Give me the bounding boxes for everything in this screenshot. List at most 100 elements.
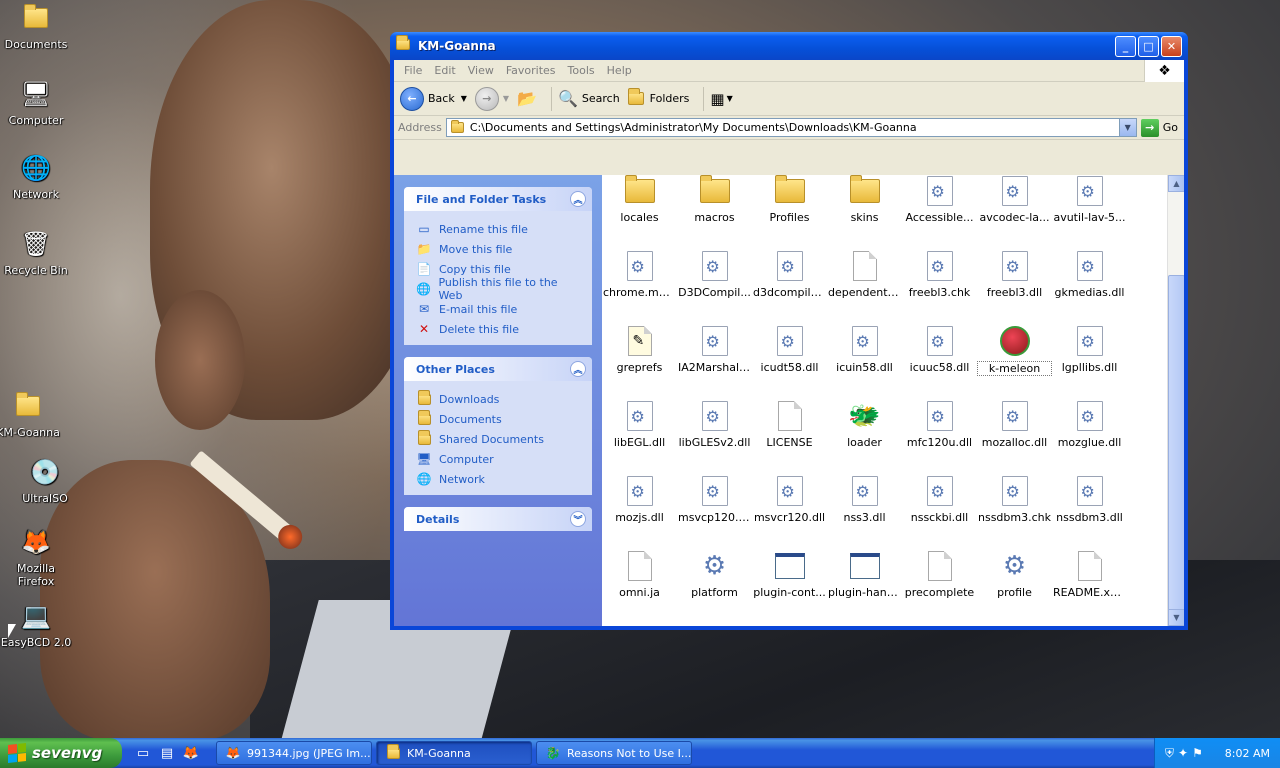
start-button[interactable]: sevenvg [0, 738, 122, 768]
file-item[interactable]: precomplete [902, 530, 977, 605]
file-item[interactable]: omni.ja [602, 530, 677, 605]
file-item[interactable]: 🐲 loader [827, 380, 902, 455]
file-item[interactable]: dependentli... [827, 230, 902, 305]
security-icon[interactable]: ⚑ [1192, 746, 1203, 761]
shield-icon[interactable]: ⛨ [1165, 746, 1174, 761]
file-item[interactable]: Profiles [752, 175, 827, 230]
menu-favorites[interactable]: Favorites [500, 64, 562, 77]
address-input[interactable]: C:\Documents and Settings\Administrator\… [445, 118, 1137, 137]
file-item[interactable]: icuin58.dll [827, 305, 902, 380]
file-item[interactable]: skins [827, 175, 902, 230]
up-button[interactable]: 📂 [517, 89, 537, 108]
address-dropdown[interactable]: ▼ [1118, 119, 1136, 136]
forward-button[interactable]: → ▼ [474, 86, 509, 111]
file-item[interactable]: vcomp120.dll [752, 605, 827, 626]
file-item[interactable]: plugin-cont... [752, 530, 827, 605]
file-item[interactable]: nssckbi.dll [902, 455, 977, 530]
file-item[interactable]: nssdbm3.chk [977, 455, 1052, 530]
task-rename[interactable]: ▭ Rename this file [416, 219, 580, 239]
file-item[interactable]: ⚙ profile [977, 530, 1052, 605]
file-item[interactable]: avutil-lav-5... [1052, 175, 1127, 230]
menu-edit[interactable]: Edit [428, 64, 461, 77]
file-item[interactable]: locales [602, 175, 677, 230]
file-item[interactable]: icudt58.dll [752, 305, 827, 380]
file-item[interactable]: ✎ greprefs [602, 305, 677, 380]
go-button[interactable]: → Go [1140, 118, 1178, 137]
desktop-icon-computer[interactable]: 🖥 Computer [0, 78, 74, 127]
menu-view[interactable]: View [462, 64, 500, 77]
taskbar-item-km-goanna[interactable]: KM-Goanna [376, 741, 532, 765]
desktop-icon-recycle-bin[interactable]: 🗑 Recycle Bin [0, 228, 74, 277]
folders-button[interactable]: Folders [627, 88, 689, 105]
file-item[interactable]: mozglue.dll [1052, 380, 1127, 455]
file-item[interactable]: freebl3.chk [902, 230, 977, 305]
firefox-icon[interactable]: 🦊 [182, 744, 200, 762]
file-item[interactable]: msvcp120.dll [677, 455, 752, 530]
file-item[interactable]: softokn3.chk [602, 605, 677, 626]
vertical-scrollbar[interactable]: ▲ ▼ [1167, 175, 1184, 626]
file-item[interactable]: chrome.man... [602, 230, 677, 305]
place-documents[interactable]: Documents [416, 409, 580, 429]
scroll-thumb[interactable] [1168, 275, 1184, 615]
file-item[interactable]: plugin-hang-ui [827, 530, 902, 605]
file-item[interactable]: README.xu... [1052, 530, 1127, 605]
minimize-button[interactable]: _ [1115, 35, 1136, 57]
file-item[interactable]: softokn3.dll [677, 605, 752, 626]
scroll-down-arrow[interactable]: ▼ [1168, 609, 1184, 626]
show-desktop-icon[interactable]: ▭ [134, 744, 152, 762]
file-item[interactable]: EwinEmbed [827, 605, 902, 626]
task-delete[interactable]: ✕ Delete this file [416, 319, 580, 339]
desktop-icon-documents[interactable]: Documents [0, 2, 74, 51]
taskbar-item-jpeg[interactable]: 🦊 991344.jpg (JPEG Im... [216, 741, 372, 765]
taskbar-item-reasons[interactable]: 🐉 Reasons Not to Use I... [536, 741, 692, 765]
file-item[interactable]: ⚙ platform [677, 530, 752, 605]
menu-tools[interactable]: Tools [562, 64, 601, 77]
desktop-icon-firefox[interactable]: 🦊 Mozilla Firefox [0, 526, 74, 588]
file-item[interactable]: icuuc58.dll [902, 305, 977, 380]
file-item[interactable]: avcodec-la... [977, 175, 1052, 230]
file-item[interactable]: Accessible... [902, 175, 977, 230]
close-button[interactable]: ✕ [1161, 35, 1182, 57]
file-item[interactable]: freebl3.dll [977, 230, 1052, 305]
switch-windows-icon[interactable]: ▤ [158, 744, 176, 762]
search-button[interactable]: 🔍 Search [558, 89, 620, 108]
file-item[interactable]: mfc120u.dll [902, 380, 977, 455]
menu-help[interactable]: Help [601, 64, 638, 77]
file-item[interactable]: IA2Marshal.dll [677, 305, 752, 380]
file-item[interactable]: LICENSE [752, 380, 827, 455]
expand-icon[interactable]: ︾ [570, 511, 586, 527]
clock[interactable]: 8:02 AM [1225, 747, 1270, 760]
file-item[interactable]: D3DCompil... [677, 230, 752, 305]
place-computer[interactable]: 🖥 Computer [416, 449, 580, 469]
panel-header[interactable]: File and Folder Tasks ︽ [404, 187, 592, 211]
window-titlebar[interactable]: KM-Goanna _ □ ✕ [390, 32, 1188, 60]
maximize-button[interactable]: □ [1138, 35, 1159, 57]
network-tray-icon[interactable]: ✦ [1178, 746, 1188, 761]
panel-header[interactable]: Other Places ︽ [404, 357, 592, 381]
file-item[interactable]: msvcr120.dll [752, 455, 827, 530]
place-shared-documents[interactable]: Shared Documents [416, 429, 580, 449]
desktop-icon-network[interactable]: 🌐 Network [0, 152, 74, 201]
place-downloads[interactable]: Downloads [416, 389, 580, 409]
place-network[interactable]: 🌐 Network [416, 469, 580, 489]
panel-header[interactable]: Details ︾ [404, 507, 592, 531]
file-item[interactable]: xul.dll [902, 605, 977, 626]
file-item[interactable]: mozjs.dll [602, 455, 677, 530]
file-item[interactable]: gkmedias.dll [1052, 230, 1127, 305]
file-item[interactable]: libEGL.dll [602, 380, 677, 455]
file-item[interactable]: d3dcompiler... [752, 230, 827, 305]
desktop-icon-km-goanna[interactable]: KM-Goanna [0, 390, 66, 439]
task-publish[interactable]: 🌐 Publish this file to the Web [416, 276, 580, 302]
file-item[interactable]: nssdbm3.dll [1052, 455, 1127, 530]
collapse-icon[interactable]: ︽ [570, 361, 586, 377]
file-item[interactable]: lgpllibs.dll [1052, 305, 1127, 380]
task-move[interactable]: 📁 Move this file [416, 239, 580, 259]
collapse-icon[interactable]: ︽ [570, 191, 586, 207]
menu-file[interactable]: File [398, 64, 428, 77]
file-item[interactable]: mozalloc.dll [977, 380, 1052, 455]
desktop-icon-ultraiso[interactable]: 💿 UltraISO [7, 456, 83, 505]
file-item[interactable]: macros [677, 175, 752, 230]
file-item[interactable]: nss3.dll [827, 455, 902, 530]
file-item[interactable]: k-meleon [977, 305, 1052, 380]
file-item[interactable]: libGLESv2.dll [677, 380, 752, 455]
